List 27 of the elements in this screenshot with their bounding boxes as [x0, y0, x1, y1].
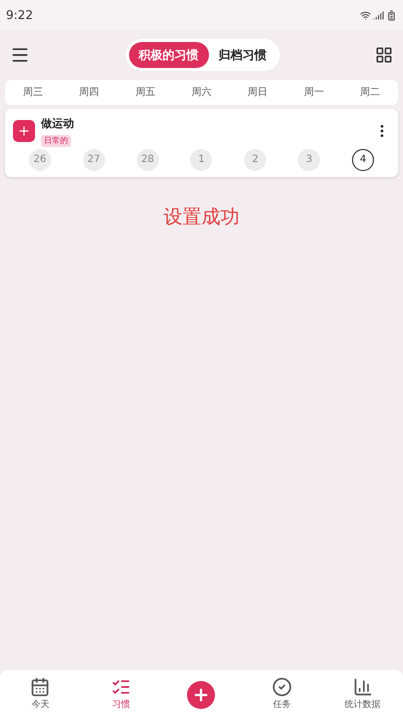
grid-icon[interactable] — [375, 46, 393, 64]
segment-tab[interactable]: 积极的习惯 — [128, 42, 208, 68]
weekday-label: 周四 — [78, 86, 100, 100]
wifi-icon — [360, 10, 371, 20]
habit-icon — [13, 120, 35, 142]
status-time: 9:22 — [6, 7, 33, 24]
signal-icon — [373, 10, 384, 20]
battery-icon — [386, 10, 397, 20]
weekday-label: 周六 — [190, 86, 212, 100]
bar-chart-icon — [352, 677, 373, 698]
toast-message: 设置成功 — [164, 204, 240, 230]
nav-tab[interactable]: 今天 — [0, 677, 81, 713]
nav-tab[interactable]: 习惯 — [80, 677, 162, 713]
weekday-label: 周二 — [358, 86, 381, 100]
weekday-label: 周三 — [22, 86, 44, 100]
nav-tab[interactable]: 统计数据 — [322, 677, 403, 713]
calendar-icon — [30, 677, 50, 698]
nav-tab[interactable]: 任务 — [242, 677, 322, 713]
weekday-label: 周日 — [246, 86, 269, 100]
add-button[interactable] — [187, 681, 216, 709]
weekday-label: 周五 — [134, 86, 156, 100]
weekday-label: 周一 — [302, 86, 325, 100]
habit-name: 做运动 — [41, 116, 75, 132]
plus-icon — [192, 686, 210, 704]
habit-card[interactable]: 做运动 日常的 26 27 28 1 2 3 4 — [5, 109, 398, 176]
habit-tag: 日常的 — [41, 134, 71, 146]
check-circle-icon — [272, 677, 292, 698]
